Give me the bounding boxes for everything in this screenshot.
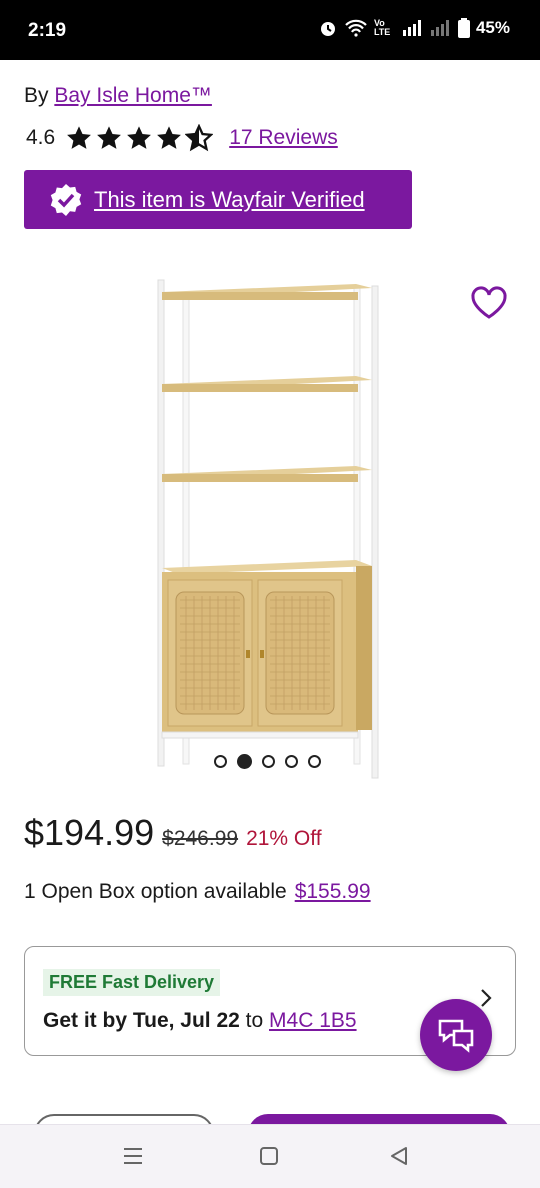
signal-icon xyxy=(402,20,424,36)
verified-badge-icon xyxy=(50,183,82,216)
star-rating xyxy=(65,124,214,152)
half-star-icon xyxy=(185,124,214,152)
carousel-dots xyxy=(214,754,321,769)
verified-label: This item is Wayfair Verified xyxy=(94,186,365,212)
rating-row: 4.6 17 Reviews xyxy=(26,124,338,152)
wifi-icon xyxy=(344,19,368,37)
quantity-stepper[interactable] xyxy=(34,1114,214,1124)
battery-icon xyxy=(457,18,470,38)
eta-to: to xyxy=(239,1009,270,1032)
system-nav-bar xyxy=(0,1124,540,1188)
chat-icon xyxy=(438,1019,474,1053)
eta-date: Get it by Tue, Jul 22 xyxy=(43,1009,240,1032)
add-to-cart-bar xyxy=(0,1110,540,1124)
star-icon xyxy=(67,126,92,149)
price-row: $194.99 $246.99 21% Off xyxy=(24,812,322,854)
carousel-dot[interactable] xyxy=(285,755,298,768)
open-box-row: 1 Open Box option available $155.99 xyxy=(24,880,371,904)
star-icon xyxy=(127,126,152,149)
status-bar: 2:19 Vo LTE 45% xyxy=(0,0,540,60)
star-icon xyxy=(157,126,182,149)
battery-percent: 45% xyxy=(475,18,510,37)
carousel-dot[interactable] xyxy=(308,755,321,768)
brand-byline: By Bay Isle Home™ xyxy=(24,84,212,108)
add-to-cart-button[interactable] xyxy=(248,1114,510,1124)
volte-icon: Vo LTE xyxy=(373,18,391,37)
carousel-dot-active[interactable] xyxy=(237,754,252,769)
free-delivery-badge: FREE Fast Delivery xyxy=(43,969,221,996)
home-icon[interactable] xyxy=(258,1145,280,1172)
original-price: $246.99 xyxy=(162,827,239,850)
status-time: 2:19 xyxy=(28,20,67,41)
rating-value: 4.6 xyxy=(26,126,56,149)
product-image[interactable] xyxy=(0,250,540,790)
favorite-heart-icon[interactable] xyxy=(470,286,508,325)
open-box-price-link[interactable]: $155.99 xyxy=(295,880,371,903)
status-icons: Vo LTE 45% xyxy=(318,18,510,38)
brand-link[interactable]: Bay Isle Home™ xyxy=(54,84,212,107)
back-icon[interactable] xyxy=(388,1145,410,1172)
by-prefix: By xyxy=(24,84,55,107)
open-box-text: 1 Open Box option available xyxy=(24,880,287,903)
current-price: $194.99 xyxy=(24,812,155,853)
discount-label: 21% Off xyxy=(246,827,322,850)
alarm-icon xyxy=(318,18,338,38)
star-icon xyxy=(97,126,122,149)
postal-code-link[interactable]: M4C 1B5 xyxy=(269,1009,357,1032)
chat-button[interactable] xyxy=(420,999,492,1071)
menu-icon[interactable] xyxy=(122,1145,144,1172)
signal-icon-2 xyxy=(430,20,452,36)
wayfair-verified-banner[interactable]: This item is Wayfair Verified xyxy=(24,170,412,229)
carousel-dot[interactable] xyxy=(214,755,227,768)
reviews-link[interactable]: 17 Reviews xyxy=(229,126,338,150)
delivery-eta: Get it by Tue, Jul 22 to M4C 1B5 xyxy=(43,1009,357,1033)
carousel-dot[interactable] xyxy=(262,755,275,768)
